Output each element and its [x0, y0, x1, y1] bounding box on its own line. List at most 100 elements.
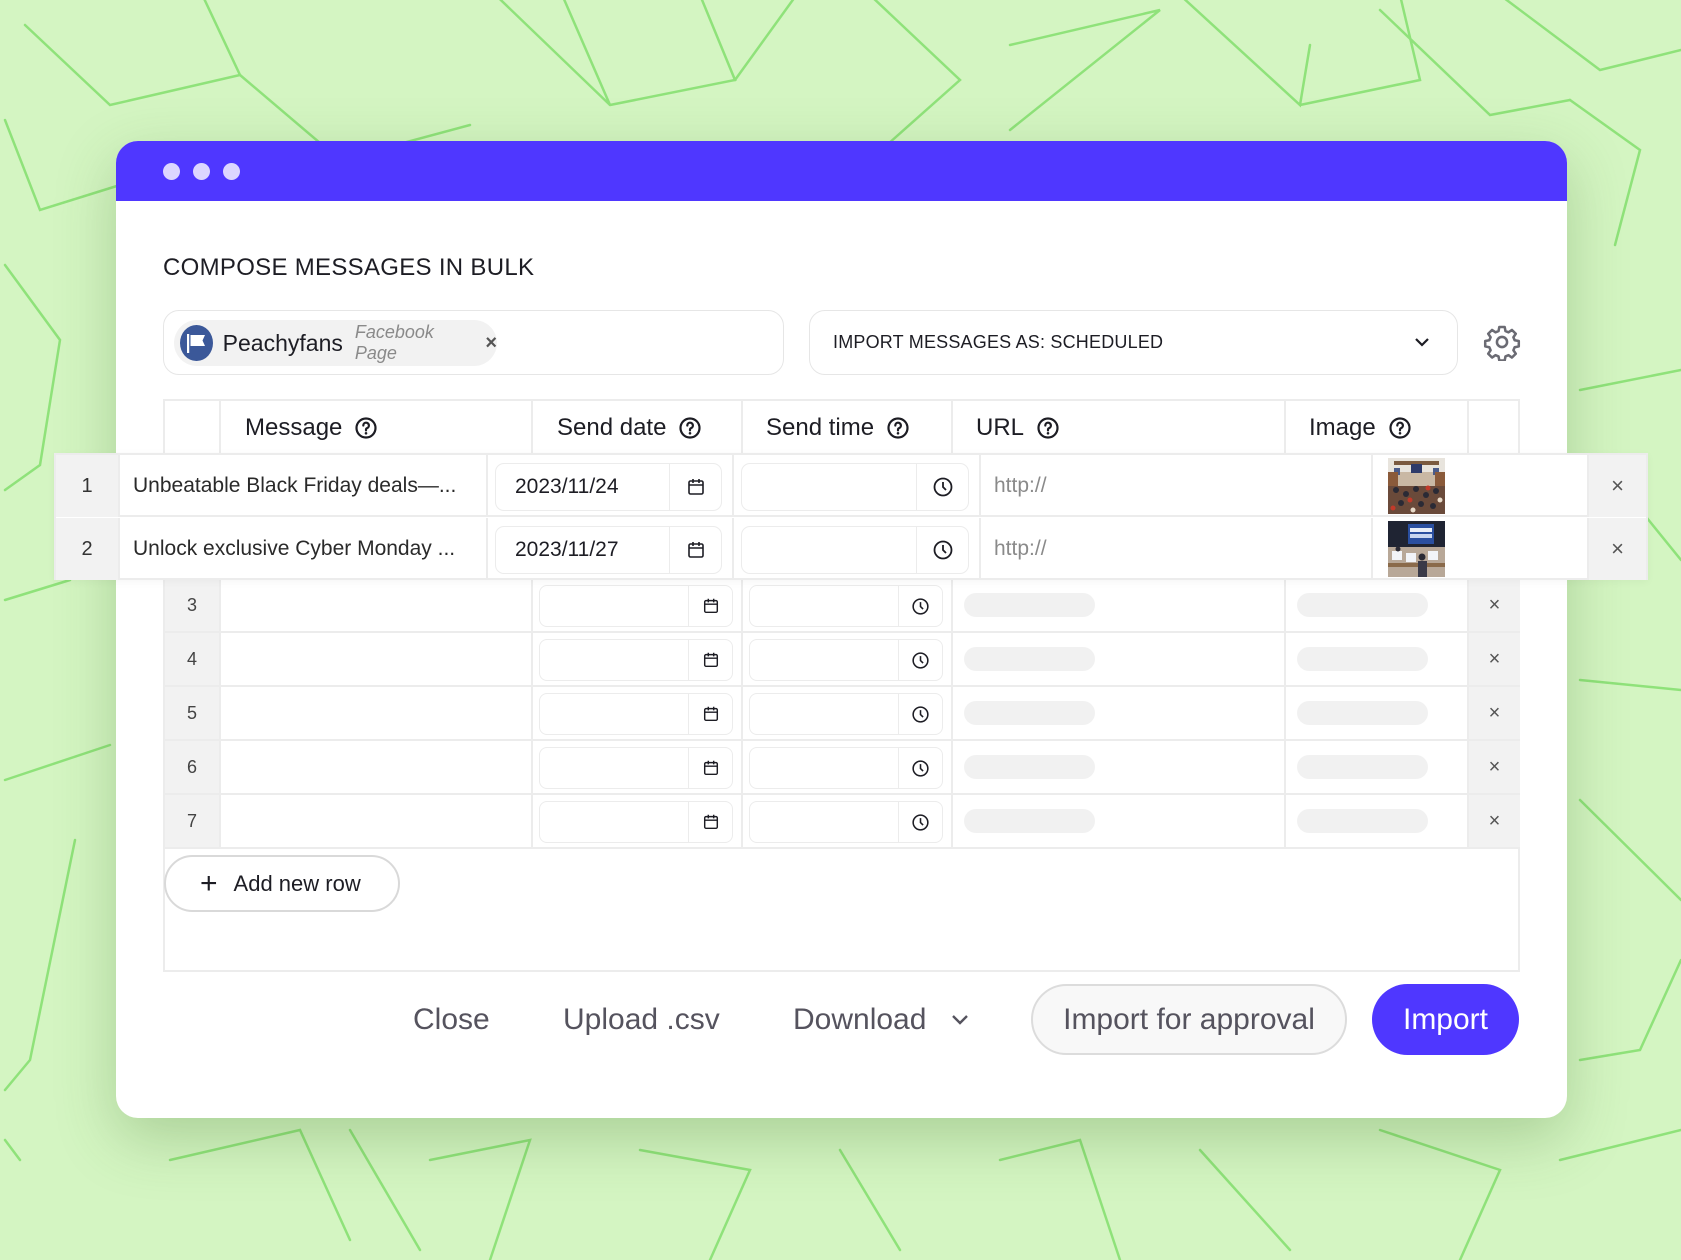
send-date-input[interactable]: [539, 801, 733, 843]
add-new-row-button[interactable]: + Add new row: [164, 855, 400, 912]
url-input[interactable]: http://: [979, 518, 1371, 580]
message-cell[interactable]: Unlock exclusive Cyber Monday ...: [118, 518, 486, 580]
url-cell[interactable]: [951, 795, 1284, 847]
import-for-approval-button[interactable]: Import for approval: [1031, 984, 1347, 1055]
url-cell[interactable]: [951, 687, 1284, 739]
send-date-cell: [531, 795, 741, 847]
help-icon[interactable]: [678, 416, 702, 440]
send-time-input[interactable]: [749, 693, 943, 735]
clock-icon[interactable]: [898, 802, 942, 842]
calendar-icon[interactable]: [688, 694, 732, 734]
cyber-monday-thumbnail[interactable]: [1388, 521, 1445, 577]
send-date-input[interactable]: [539, 747, 733, 789]
delete-row-button[interactable]: ×: [1467, 741, 1520, 793]
url-placeholder-skeleton: [964, 593, 1095, 617]
calendar-icon[interactable]: [688, 802, 732, 842]
table-row: 1 Unbeatable Black Friday deals—... 2023…: [56, 455, 1646, 517]
delete-row-button[interactable]: ×: [1467, 687, 1520, 739]
send-date-cell: [531, 741, 741, 793]
url-cell[interactable]: [951, 579, 1284, 631]
upload-csv-button[interactable]: Upload .csv: [563, 1003, 720, 1037]
table-row: 7 ×: [165, 795, 1520, 849]
message-cell[interactable]: [219, 795, 531, 847]
help-icon[interactable]: [1036, 416, 1060, 440]
delete-row-button[interactable]: ×: [1467, 795, 1520, 847]
url-cell[interactable]: [951, 633, 1284, 685]
delete-row-button[interactable]: ×: [1467, 579, 1520, 631]
calendar-icon[interactable]: [688, 640, 732, 680]
clock-icon[interactable]: [916, 464, 968, 510]
header-label: Send date: [557, 414, 667, 441]
send-time-input[interactable]: [749, 747, 943, 789]
calendar-icon[interactable]: [688, 586, 732, 626]
send-date-input[interactable]: [539, 585, 733, 627]
delete-row-button[interactable]: ×: [1587, 518, 1646, 580]
url-cell[interactable]: [951, 741, 1284, 793]
chevron-down-icon: [1413, 333, 1431, 356]
message-cell[interactable]: Unbeatable Black Friday deals—...: [118, 455, 486, 517]
add-new-row-label: Add new row: [233, 870, 361, 896]
window-dot[interactable]: [193, 163, 210, 180]
clock-icon[interactable]: [898, 694, 942, 734]
image-placeholder-skeleton: [1297, 755, 1428, 779]
image-placeholder-skeleton: [1297, 647, 1428, 671]
send-date-cell: 2023/11/27: [486, 518, 732, 580]
import-mode-select[interactable]: IMPORT MESSAGES AS: SCHEDULED: [809, 310, 1458, 375]
send-date-input[interactable]: [539, 693, 733, 735]
black-friday-crowd-thumbnail[interactable]: [1388, 458, 1445, 514]
header-message: Message: [219, 401, 531, 455]
message-cell[interactable]: [219, 579, 531, 631]
help-icon[interactable]: [886, 416, 910, 440]
send-date-value: 2023/11/24: [515, 475, 619, 498]
gear-icon[interactable]: [1483, 323, 1521, 362]
flag-icon: [180, 325, 213, 361]
message-cell[interactable]: [219, 633, 531, 685]
clock-icon[interactable]: [898, 748, 942, 788]
clock-icon[interactable]: [916, 527, 968, 573]
download-label: Download: [793, 1003, 927, 1036]
window-dot[interactable]: [163, 163, 180, 180]
header-label: Message: [245, 414, 343, 441]
header-image: Image: [1284, 401, 1467, 455]
image-cell[interactable]: [1284, 741, 1467, 793]
plus-icon: +: [200, 866, 218, 900]
send-date-input[interactable]: [539, 639, 733, 681]
image-cell[interactable]: [1371, 518, 1587, 580]
image-cell[interactable]: [1284, 633, 1467, 685]
send-date-cell: [531, 579, 741, 631]
send-date-value: 2023/11/27: [515, 538, 619, 561]
send-date-input[interactable]: 2023/11/27: [495, 526, 722, 574]
send-time-input[interactable]: [741, 526, 969, 574]
window-dot[interactable]: [223, 163, 240, 180]
clock-icon[interactable]: [898, 640, 942, 680]
send-time-input[interactable]: [749, 639, 943, 681]
send-time-input[interactable]: [749, 801, 943, 843]
message-cell[interactable]: [219, 687, 531, 739]
delete-row-button[interactable]: ×: [1467, 633, 1520, 685]
send-time-input[interactable]: [749, 585, 943, 627]
image-cell[interactable]: [1284, 687, 1467, 739]
calendar-icon[interactable]: [688, 748, 732, 788]
url-placeholder-skeleton: [964, 809, 1095, 833]
send-date-input[interactable]: 2023/11/24: [495, 463, 722, 511]
download-button[interactable]: Download: [793, 1003, 972, 1037]
send-time-cell: [741, 795, 951, 847]
message-cell[interactable]: [219, 741, 531, 793]
help-icon[interactable]: [354, 416, 378, 440]
account-selector[interactable]: Peachyfans Facebook Page ×: [163, 310, 784, 375]
remove-account-button[interactable]: ×: [485, 332, 497, 355]
image-cell[interactable]: [1284, 579, 1467, 631]
calendar-icon[interactable]: [669, 464, 721, 510]
clock-icon[interactable]: [898, 586, 942, 626]
table-row: 3 ×: [165, 579, 1520, 633]
delete-row-button[interactable]: ×: [1587, 455, 1646, 517]
help-icon[interactable]: [1388, 416, 1412, 440]
calendar-icon[interactable]: [669, 527, 721, 573]
url-input[interactable]: http://: [979, 455, 1371, 517]
import-button[interactable]: Import: [1372, 984, 1519, 1055]
close-button[interactable]: Close: [413, 1003, 490, 1037]
image-cell[interactable]: [1371, 455, 1587, 517]
image-cell[interactable]: [1284, 795, 1467, 847]
table-row: 2 Unlock exclusive Cyber Monday ... 2023…: [56, 518, 1646, 580]
send-time-input[interactable]: [741, 463, 969, 511]
